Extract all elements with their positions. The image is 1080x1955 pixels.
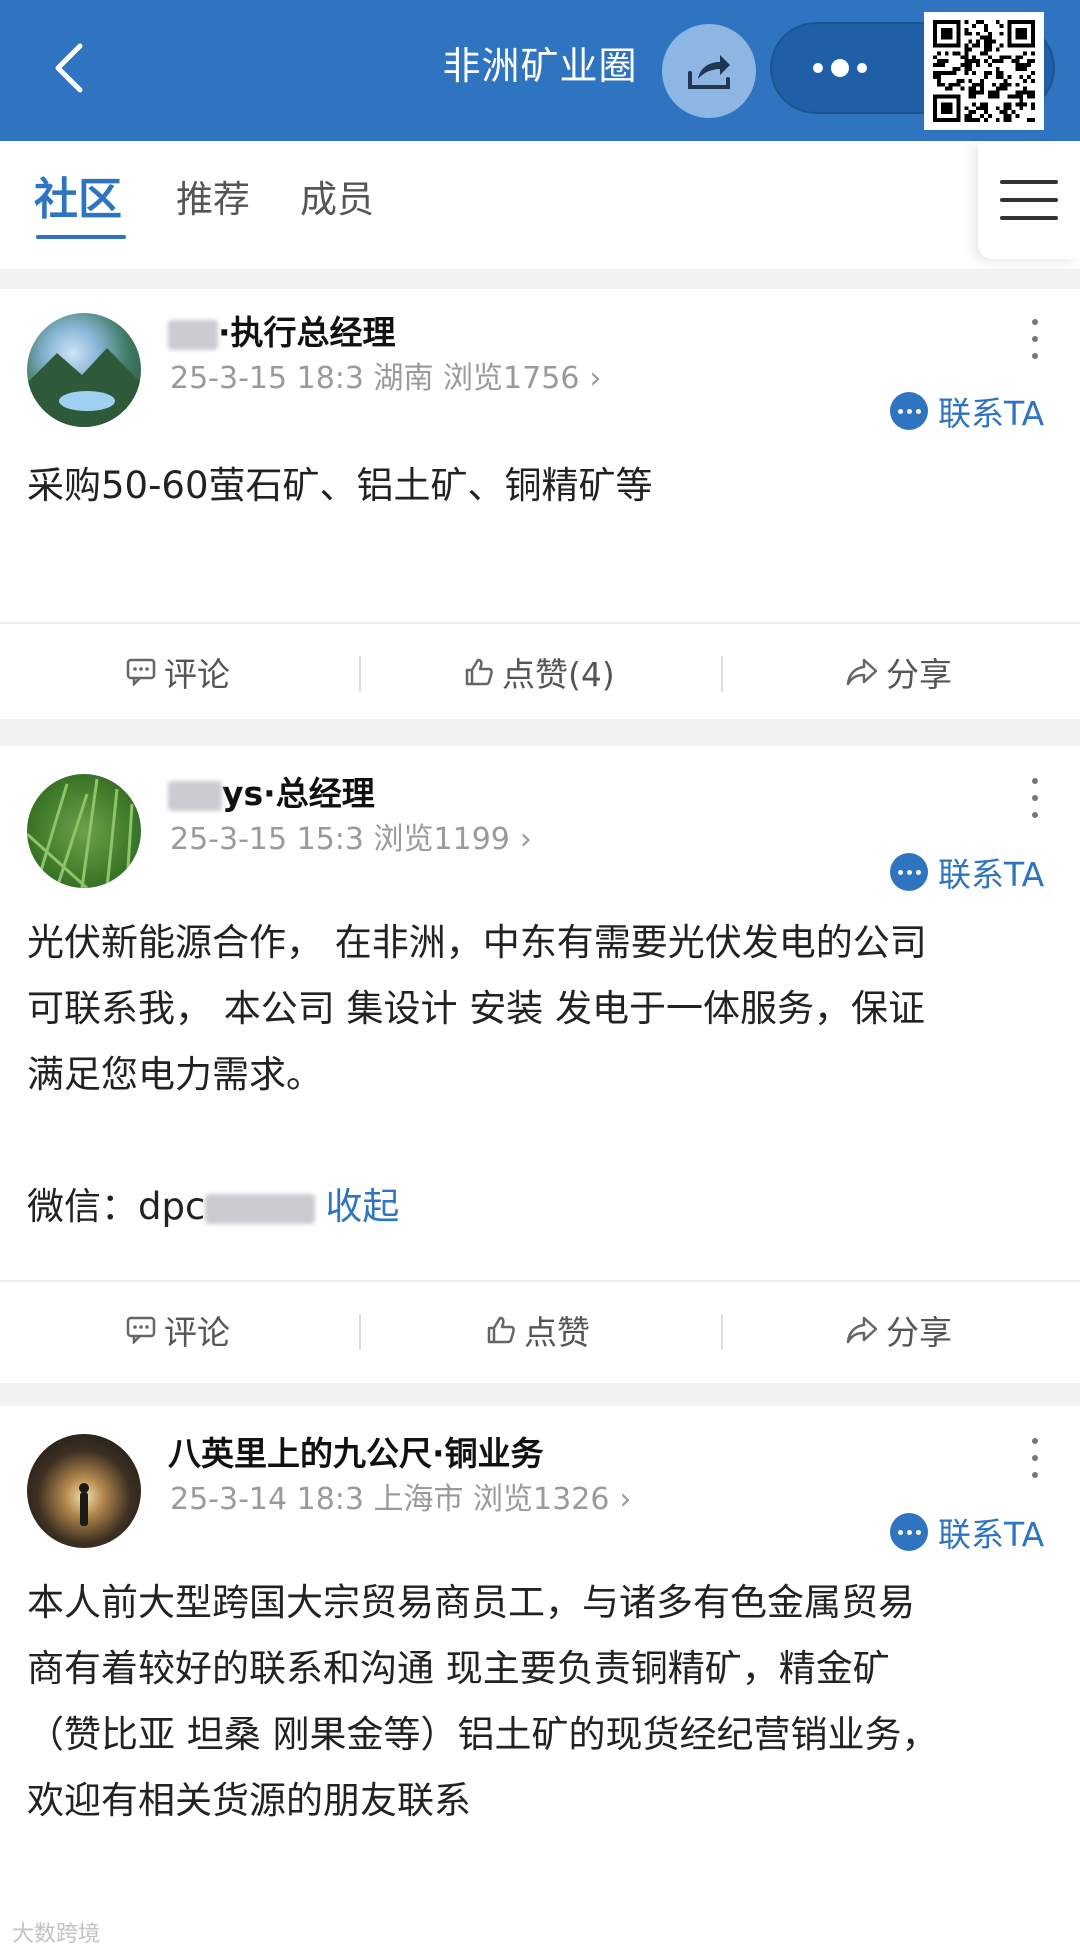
tab-bar: 社区 推荐 成员 bbox=[0, 141, 1080, 269]
share-button[interactable] bbox=[662, 24, 756, 118]
tab-recommend[interactable]: 推荐 bbox=[176, 169, 250, 231]
contact-button[interactable]: 联系TA bbox=[890, 850, 1044, 894]
comment-icon bbox=[126, 658, 156, 686]
page-title: 非洲矿业圈 bbox=[442, 44, 638, 88]
chevron-left-icon bbox=[55, 43, 83, 93]
divider bbox=[359, 1314, 361, 1350]
more-dots-icon[interactable] bbox=[800, 44, 880, 92]
post-content: 采购50-60萤石矿、铝土矿、铜精矿等 bbox=[27, 464, 653, 507]
forward-icon bbox=[846, 1316, 878, 1343]
share-post-button[interactable]: 分享 bbox=[846, 624, 952, 719]
collapse-link[interactable]: 收起 bbox=[325, 1185, 399, 1228]
tab-community[interactable]: 社区 bbox=[34, 169, 122, 231]
post-meta[interactable]: 25-3-14 18:3 上海市 浏览1326 › bbox=[170, 1478, 631, 1522]
share-icon bbox=[688, 55, 730, 89]
chevron-right-icon: › bbox=[619, 1482, 632, 1517]
chat-bubble-icon bbox=[890, 392, 928, 430]
comment-button[interactable]: 评论 bbox=[126, 1282, 230, 1377]
post-content: 本人前大型跨国大宗贸易商员工，与诸多有色金属贸易 商有着较好的联系和沟通 现主要… bbox=[27, 1581, 939, 1822]
watermark: 大数跨境 bbox=[12, 1922, 101, 1947]
comment-button[interactable]: 评论 bbox=[126, 624, 230, 719]
post-card: ·执行总经理 25-3-15 18:3 湖南 浏览1756 › 联系TA 采购50… bbox=[0, 289, 1080, 719]
post-card: 八英里上的九公尺·铜业务 25-3-14 18:3 上海市 浏览1326 › 联系… bbox=[0, 1406, 1080, 1955]
chat-bubble-icon bbox=[890, 1513, 928, 1551]
like-button[interactable]: 点赞(4) bbox=[464, 624, 615, 719]
author-name: ys·总经理 bbox=[168, 772, 375, 816]
post-meta[interactable]: 25-3-15 15:3 浏览1199 › bbox=[170, 818, 532, 862]
author-name: ·执行总经理 bbox=[168, 311, 396, 355]
divider bbox=[721, 1314, 723, 1350]
more-options-icon[interactable] bbox=[1030, 319, 1040, 359]
post-meta[interactable]: 25-3-15 18:3 湖南 浏览1756 › bbox=[170, 357, 601, 401]
more-options-icon[interactable] bbox=[1030, 778, 1040, 818]
forward-icon bbox=[846, 658, 878, 685]
contact-button[interactable]: 联系TA bbox=[890, 389, 1044, 433]
divider bbox=[721, 656, 723, 692]
active-tab-indicator bbox=[36, 235, 126, 239]
chat-bubble-icon bbox=[890, 853, 928, 891]
menu-button[interactable] bbox=[978, 141, 1080, 259]
qr-code-icon bbox=[924, 12, 1044, 130]
author-name: 八英里上的九公尺·铜业务 bbox=[168, 1434, 544, 1473]
more-options-icon[interactable] bbox=[1030, 1438, 1040, 1478]
contact-button[interactable]: 联系TA bbox=[890, 1510, 1044, 1554]
post-actions: 评论 点赞 分享 bbox=[0, 1280, 1080, 1375]
divider bbox=[359, 656, 361, 692]
chevron-right-icon: › bbox=[589, 361, 602, 396]
wechat-line: 微信：dpc 收起 bbox=[27, 1185, 400, 1228]
avatar[interactable] bbox=[27, 774, 141, 888]
comment-icon bbox=[126, 1316, 156, 1344]
like-button[interactable]: 点赞 bbox=[486, 1282, 590, 1377]
post-actions: 评论 点赞(4) 分享 bbox=[0, 622, 1080, 717]
menu-icon bbox=[1000, 180, 1058, 184]
thumbs-up-icon bbox=[465, 658, 493, 685]
thumbs-up-icon bbox=[487, 1316, 515, 1343]
avatar[interactable] bbox=[27, 1434, 141, 1548]
back-button[interactable] bbox=[40, 40, 96, 96]
post-content: 光伏新能源合作， 在非洲，中东有需要光伏发电的公司 可联系我， 本公司 集设计 … bbox=[27, 921, 927, 1096]
post-card: ys·总经理 25-3-15 15:3 浏览1199 › 联系TA 光伏新能源合作… bbox=[0, 746, 1080, 1383]
top-bar: 非洲矿业圈 bbox=[0, 0, 1080, 141]
avatar[interactable] bbox=[27, 313, 141, 427]
tab-members[interactable]: 成员 bbox=[300, 169, 374, 231]
share-post-button[interactable]: 分享 bbox=[846, 1282, 952, 1377]
chevron-right-icon: › bbox=[519, 822, 532, 857]
